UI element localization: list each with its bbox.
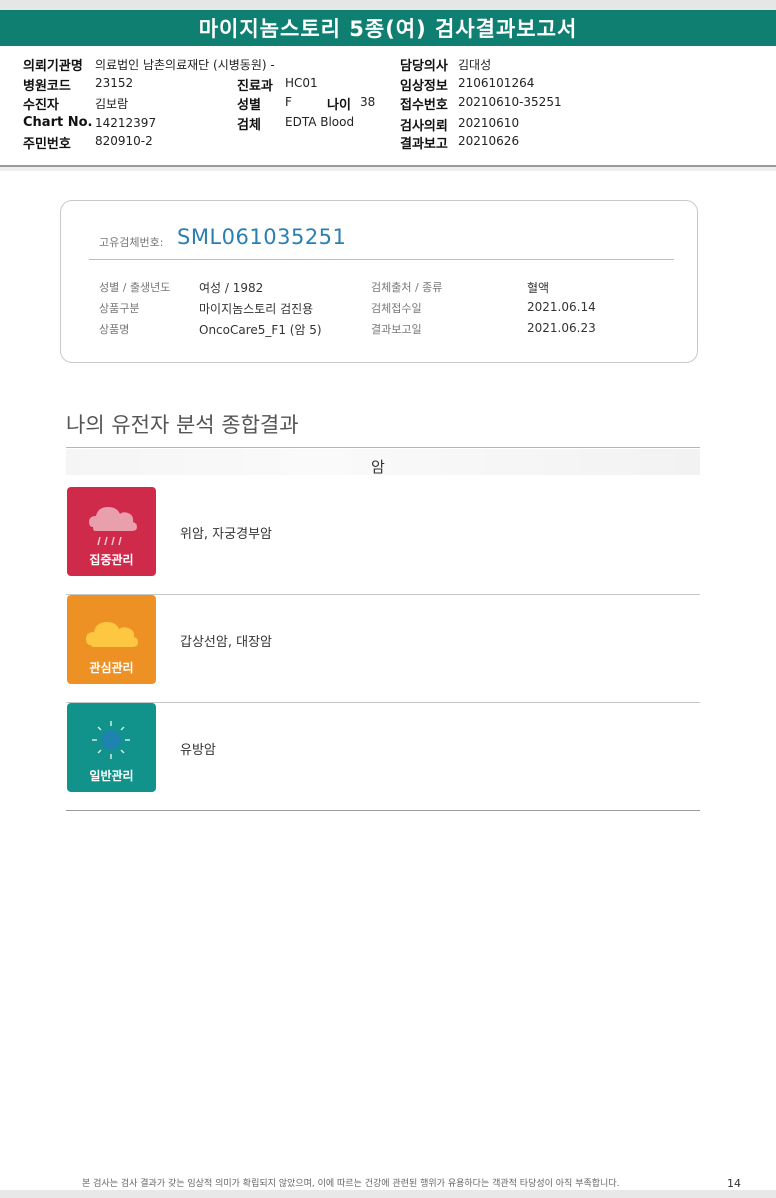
attention-badge: 관심관리 (67, 595, 156, 684)
report-label: 결과보고 (400, 137, 448, 152)
general-badge: 일반관리 (67, 703, 156, 792)
rrn-value: 820910-2 (95, 134, 153, 148)
attention-description: 갑상선암, 대장암 (180, 635, 272, 650)
specimen-source-value: 혈액 (527, 281, 550, 295)
dept-value: HC01 (285, 76, 318, 90)
product-name-value: OncoCare5_F1 (암 5) (199, 323, 322, 337)
clinical-label: 임상정보 (400, 79, 448, 94)
sex-birthyear-value: 여성 / 1982 (199, 281, 264, 295)
report-date-value: 2021.06.23 (527, 321, 596, 335)
footer-disclaimer: 본 검사는 검사 결과가 갖는 임상적 의미가 확립되지 않았으며, 이에 따르… (82, 1179, 620, 1189)
report-value: 20210626 (458, 134, 520, 148)
category-label: 암 (371, 458, 385, 476)
recipient-value: 김보람 (95, 97, 129, 111)
result-row-general: 일반관리 유방암 (66, 703, 700, 811)
sex-birthyear-label: 성별 / 출생년도 (99, 281, 171, 294)
result-row-attention: 관심관리 갑상선암, 대장암 (66, 595, 700, 703)
sample-info-card: 고유검체번호: SML061035251 성별 / 출생년도 여성 / 1982… (60, 200, 698, 363)
chart-no-label: Chart No. (23, 115, 93, 130)
dept-label: 진료과 (237, 79, 273, 94)
receipt-no-value: 20210610-35251 (458, 95, 562, 109)
chart-no-value: 14212397 (95, 116, 157, 130)
row-divider (66, 810, 700, 811)
request-value: 20210610 (458, 116, 520, 130)
doctor-value: 김대성 (458, 58, 492, 72)
rrn-label: 주민번호 (23, 137, 71, 152)
card-divider (89, 259, 674, 260)
specimen-source-label: 검체출처 / 종류 (371, 281, 443, 294)
bottom-strip (0, 1190, 776, 1198)
product-name-label: 상품명 (99, 323, 130, 336)
age-value: 38 (360, 95, 376, 109)
sex-label: 성별 (237, 98, 261, 113)
institution-value: 의료법인 남촌의료재단 (시병동원) - (95, 58, 275, 72)
doctor-label: 담당의사 (400, 59, 448, 74)
specimen-label: 검체 (237, 118, 261, 133)
focus-badge: 집중관리 (67, 487, 156, 576)
report-date-label: 결과보고일 (371, 323, 422, 336)
institution-label: 의뢰기관명 (23, 59, 83, 74)
clinical-value: 2106101264 (458, 76, 535, 90)
report-header: 의뢰기관명 의료법인 남촌의료재단 (시병동원) - 담당의사 김대성 병원코드… (0, 46, 776, 166)
recipient-label: 수진자 (23, 98, 59, 113)
product-type-value: 마이지놈스토리 검진용 (199, 302, 314, 316)
receipt-date-value: 2021.06.14 (527, 300, 596, 314)
section-title: 나의 유전자 분석 종합결과 (66, 413, 299, 437)
section-divider (66, 447, 700, 448)
header-shadow (0, 167, 776, 171)
receipt-date-label: 검체접수일 (371, 302, 422, 315)
age-label: 나이 (327, 98, 351, 113)
sample-id-value: SML061035251 (177, 225, 347, 249)
sample-id-label: 고유검체번호: (99, 236, 164, 249)
request-label: 검사의뢰 (400, 119, 448, 134)
general-description: 유방암 (180, 743, 216, 758)
result-row-focus: 집중관리 위암, 자궁경부암 (66, 487, 700, 595)
hospital-code-value: 23152 (95, 76, 134, 90)
receipt-no-label: 접수번호 (400, 98, 448, 113)
general-badge-label: 일반관리 (89, 769, 134, 783)
report-title: 마이지놈스토리 5종(여) 검사결과보고서 (0, 10, 776, 46)
sex-value: F (285, 95, 292, 109)
attention-badge-label: 관심관리 (89, 661, 134, 675)
focus-description: 위암, 자궁경부암 (180, 527, 272, 542)
page-number: 14 (727, 1177, 741, 1190)
specimen-value: EDTA Blood (285, 115, 355, 129)
top-strip (0, 0, 776, 10)
focus-badge-label: 집중관리 (89, 553, 134, 567)
hospital-code-label: 병원코드 (23, 79, 71, 94)
product-type-label: 상품구분 (99, 302, 140, 315)
